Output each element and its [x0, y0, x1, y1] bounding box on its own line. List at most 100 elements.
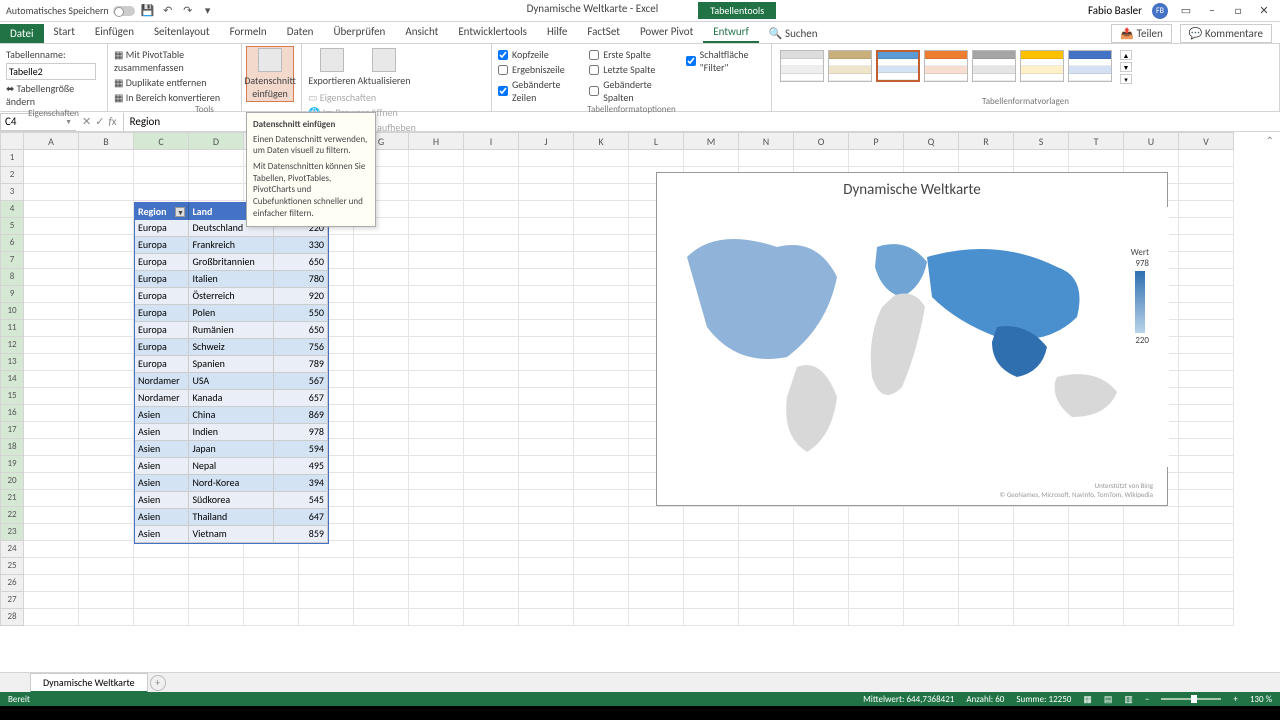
- cell[interactable]: [519, 524, 574, 541]
- cell[interactable]: [904, 592, 959, 609]
- cell[interactable]: [849, 541, 904, 558]
- cell[interactable]: [79, 490, 134, 507]
- cell[interactable]: [684, 592, 739, 609]
- cell[interactable]: [1179, 286, 1234, 303]
- cell[interactable]: [574, 235, 629, 252]
- column-header[interactable]: V: [1179, 132, 1234, 150]
- cell[interactable]: [354, 252, 409, 269]
- cell[interactable]: [1179, 473, 1234, 490]
- cell[interactable]: [354, 609, 409, 626]
- cell[interactable]: [79, 371, 134, 388]
- cell[interactable]: [409, 405, 464, 422]
- cell[interactable]: [134, 609, 189, 626]
- column-header[interactable]: C: [134, 132, 189, 150]
- cell[interactable]: [24, 303, 79, 320]
- cell[interactable]: [849, 524, 904, 541]
- cell[interactable]: [134, 184, 189, 201]
- total-row-checkbox[interactable]: Ergebniszeile: [498, 63, 573, 76]
- row-header[interactable]: 8: [0, 269, 24, 286]
- cell[interactable]: [1179, 269, 1234, 286]
- row-header[interactable]: 12: [0, 337, 24, 354]
- cell[interactable]: [574, 439, 629, 456]
- cell[interactable]: [629, 507, 684, 524]
- tab-ansicht[interactable]: Ansicht: [395, 22, 448, 43]
- row-header[interactable]: 10: [0, 303, 24, 320]
- table-style-option[interactable]: [780, 50, 824, 82]
- view-normal-icon[interactable]: ▦: [1083, 694, 1092, 705]
- cell[interactable]: [24, 371, 79, 388]
- column-header[interactable]: S: [1014, 132, 1069, 150]
- cell[interactable]: [24, 167, 79, 184]
- cell[interactable]: [1179, 184, 1234, 201]
- cell[interactable]: [79, 252, 134, 269]
- cell[interactable]: [24, 473, 79, 490]
- cell[interactable]: [354, 473, 409, 490]
- cell[interactable]: [794, 150, 849, 167]
- cell[interactable]: [574, 150, 629, 167]
- cell[interactable]: [1179, 592, 1234, 609]
- cell[interactable]: [464, 303, 519, 320]
- cell[interactable]: [519, 575, 574, 592]
- cell[interactable]: [464, 354, 519, 371]
- row-header[interactable]: 26: [0, 575, 24, 592]
- cell[interactable]: [684, 541, 739, 558]
- cell[interactable]: [244, 575, 299, 592]
- cell[interactable]: [574, 286, 629, 303]
- cell[interactable]: [354, 558, 409, 575]
- cell[interactable]: [24, 456, 79, 473]
- cell[interactable]: [519, 201, 574, 218]
- redo-icon[interactable]: ↷: [181, 4, 195, 18]
- cell[interactable]: [79, 541, 134, 558]
- undo-icon[interactable]: ↶: [161, 4, 175, 18]
- cell[interactable]: [684, 507, 739, 524]
- cell[interactable]: [409, 303, 464, 320]
- cell[interactable]: [574, 252, 629, 269]
- cell[interactable]: [24, 150, 79, 167]
- row-header[interactable]: 1: [0, 150, 24, 167]
- cell[interactable]: [464, 575, 519, 592]
- cell[interactable]: [409, 609, 464, 626]
- refresh-button[interactable]: Aktualisieren: [360, 48, 408, 87]
- view-pagebreak-icon[interactable]: ▥: [1124, 694, 1133, 705]
- cell[interactable]: [1069, 541, 1124, 558]
- cell[interactable]: [1069, 609, 1124, 626]
- header-row-checkbox[interactable]: Kopfzeile: [498, 48, 573, 61]
- cell[interactable]: [574, 303, 629, 320]
- table-style-option[interactable]: [924, 50, 968, 82]
- table-style-option[interactable]: [876, 50, 920, 82]
- cell[interactable]: [1069, 592, 1124, 609]
- cell[interactable]: [24, 235, 79, 252]
- cell[interactable]: [574, 524, 629, 541]
- gallery-scroll-up-icon[interactable]: ▲: [1120, 50, 1132, 60]
- cell[interactable]: [464, 388, 519, 405]
- cell[interactable]: [1124, 609, 1179, 626]
- cell[interactable]: [904, 558, 959, 575]
- cell[interactable]: [79, 405, 134, 422]
- cell[interactable]: [574, 592, 629, 609]
- cell[interactable]: [24, 609, 79, 626]
- cell[interactable]: [464, 269, 519, 286]
- cell[interactable]: [574, 337, 629, 354]
- cell[interactable]: [574, 320, 629, 337]
- cell[interactable]: [79, 388, 134, 405]
- cell[interactable]: [79, 524, 134, 541]
- cell[interactable]: [1179, 575, 1234, 592]
- tab-entwicklertools[interactable]: Entwicklertools: [448, 22, 537, 43]
- table-row[interactable]: AsienNord-Korea394: [135, 475, 328, 492]
- table-row[interactable]: AsienJapan594: [135, 441, 328, 458]
- ribbon-display-icon[interactable]: ▭: [1178, 5, 1194, 17]
- cell[interactable]: [739, 507, 794, 524]
- cell[interactable]: [409, 337, 464, 354]
- cell[interactable]: [1124, 150, 1179, 167]
- cell[interactable]: [574, 167, 629, 184]
- cell[interactable]: [79, 592, 134, 609]
- user-avatar[interactable]: FB: [1152, 3, 1168, 19]
- cell[interactable]: [354, 337, 409, 354]
- cell[interactable]: [1069, 558, 1124, 575]
- cell[interactable]: [519, 303, 574, 320]
- column-header[interactable]: H: [409, 132, 464, 150]
- cell[interactable]: [959, 541, 1014, 558]
- comments-button[interactable]: 💬 Kommentare: [1180, 24, 1272, 43]
- cell[interactable]: [1014, 558, 1069, 575]
- cell[interactable]: [79, 456, 134, 473]
